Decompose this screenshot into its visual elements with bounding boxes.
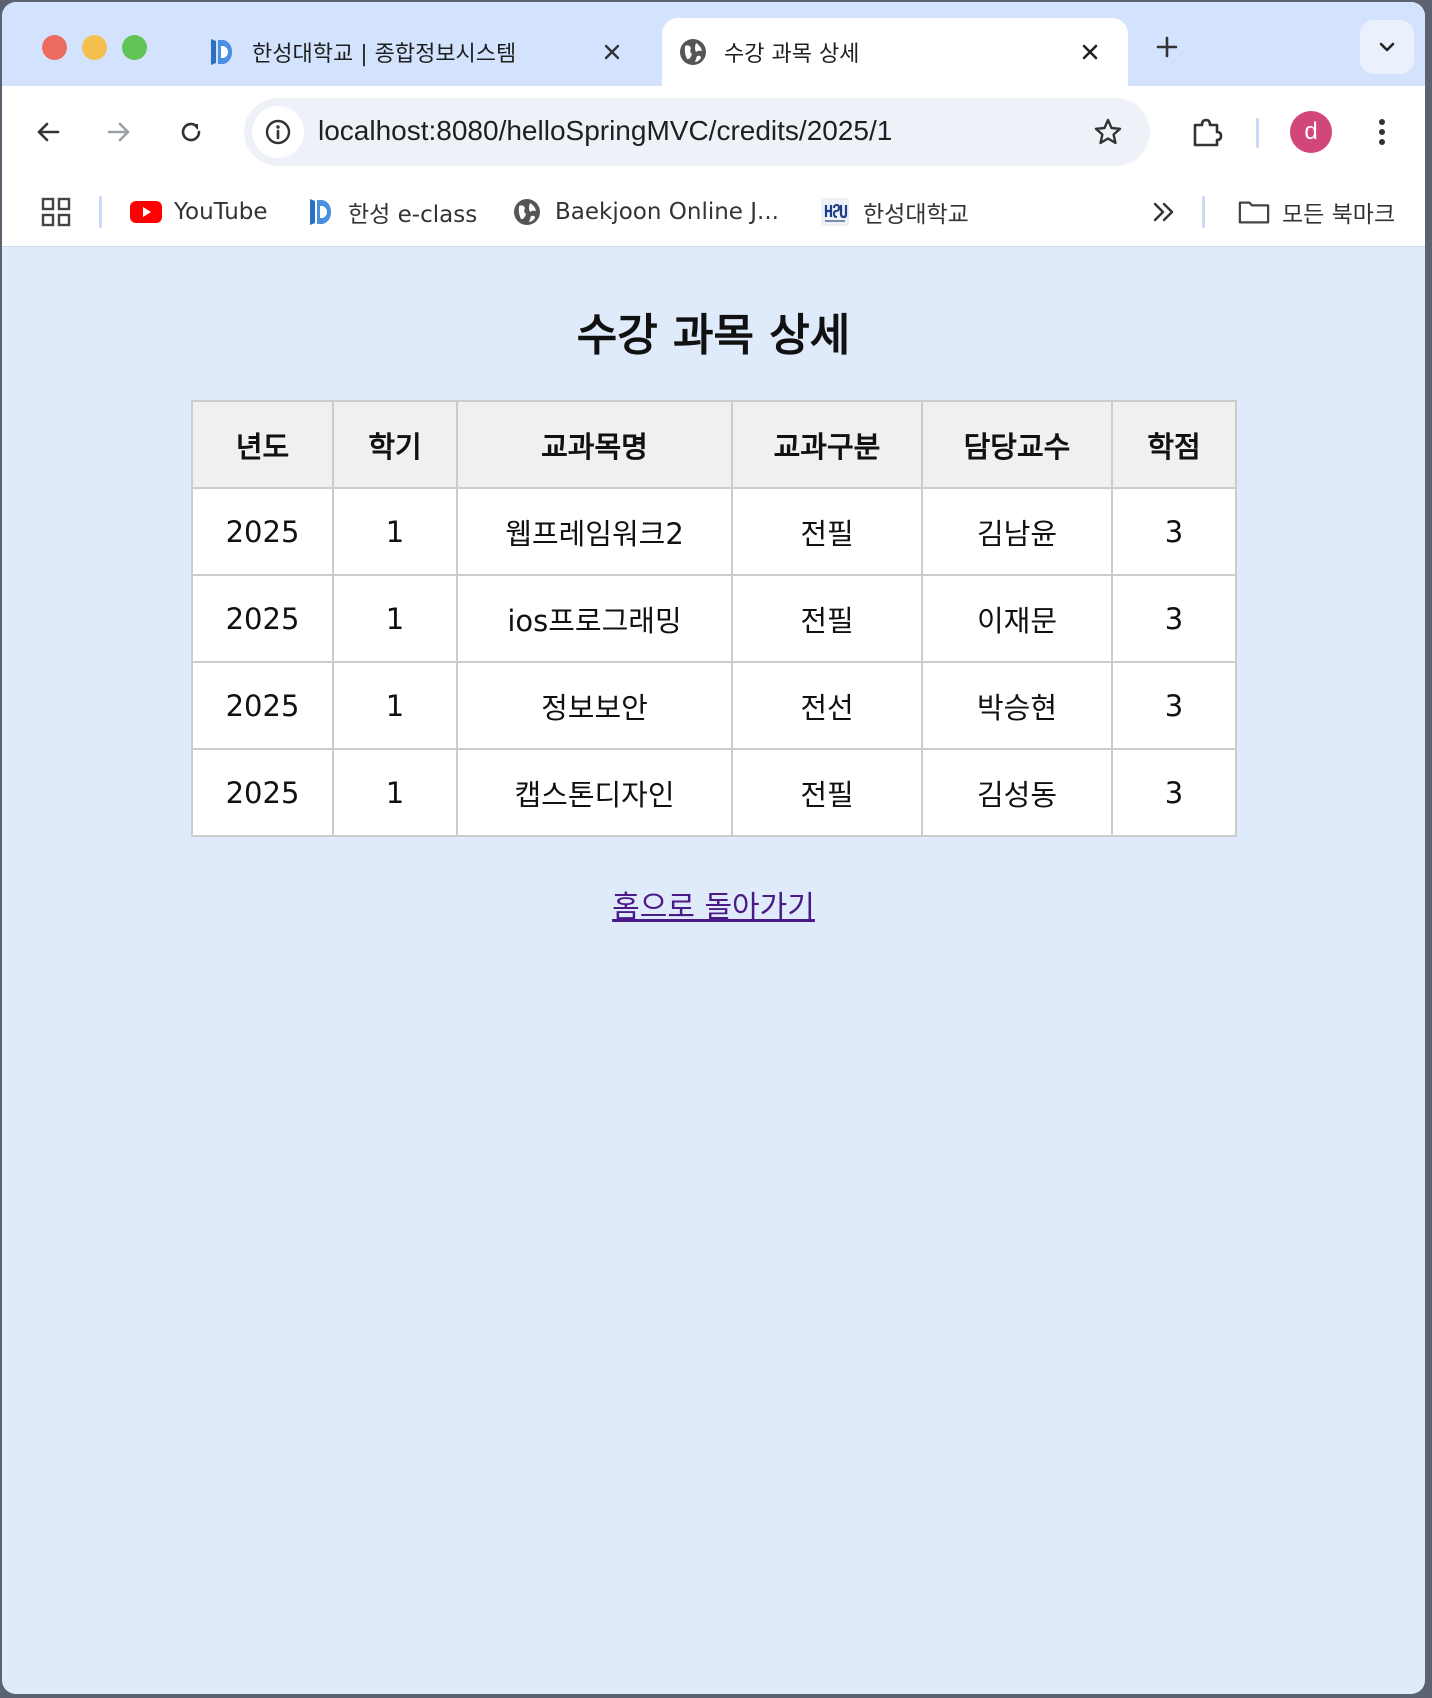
bookmarks-bar: YouTube 한성 e-class Baekjoon Online J... … — [2, 178, 1425, 247]
hsu-logo-icon — [819, 196, 851, 228]
cell-credits: 3 — [1111, 574, 1237, 663]
cell-course-type: 전필 — [731, 574, 923, 663]
header-course-name: 교과목명 — [456, 400, 733, 489]
globe-icon — [678, 37, 708, 67]
page-content: 수강 과목 상세 년도 학기 교과목명 교과구분 담당교수 학점 2025 1 … — [2, 247, 1425, 1694]
maximize-window-button[interactable] — [122, 35, 147, 60]
forward-arrow-icon[interactable] — [99, 112, 139, 152]
cell-course-name: 정보보안 — [456, 661, 733, 750]
new-tab-plus-icon[interactable] — [1152, 32, 1182, 62]
table-row: 2025 1 캡스톤디자인 전필 김성동 3 — [191, 748, 1237, 837]
cell-course-name: 캡스톤디자인 — [456, 748, 733, 837]
credits-table: 년도 학기 교과목명 교과구분 담당교수 학점 2025 1 웹프레임워크2 전… — [191, 400, 1237, 837]
cell-credits: 3 — [1111, 487, 1237, 576]
cell-year: 2025 — [191, 487, 334, 576]
tab-hansung-portal[interactable]: 한성대학교 | 종합정보시스템 — [190, 18, 650, 86]
cell-semester: 1 — [332, 574, 458, 663]
cell-professor: 김성동 — [921, 748, 1113, 837]
page-title: 수강 과목 상세 — [576, 310, 851, 361]
site-info-icon[interactable] — [252, 106, 304, 158]
header-professor: 담당교수 — [921, 400, 1113, 489]
header-course-type: 교과구분 — [731, 400, 923, 489]
cell-course-name: 웹프레임워크2 — [456, 487, 733, 576]
folder-icon — [1238, 196, 1270, 228]
bookmark-label: Baekjoon Online J... — [555, 199, 779, 225]
bookmark-youtube[interactable]: YouTube — [130, 190, 268, 234]
cell-course-type: 전필 — [731, 748, 923, 837]
profile-avatar[interactable]: d — [1290, 111, 1332, 153]
table-header-row: 년도 학기 교과목명 교과구분 담당교수 학점 — [191, 400, 1237, 489]
bookmark-baekjoon[interactable]: Baekjoon Online J... — [511, 190, 779, 234]
address-bar[interactable]: localhost:8080/helloSpringMVC/credits/20… — [244, 98, 1150, 166]
bookmark-hansung-eclass[interactable]: 한성 e-class — [304, 190, 477, 234]
close-window-button[interactable] — [42, 35, 67, 60]
browser-toolbar: localhost:8080/helloSpringMVC/credits/20… — [2, 86, 1425, 178]
tab-search-chevron-down-icon[interactable] — [1360, 20, 1414, 74]
reload-icon[interactable] — [171, 112, 211, 152]
tab-strip: 한성대학교 | 종합정보시스템 수강 과목 상세 — [2, 2, 1425, 86]
close-tab-icon[interactable] — [598, 38, 626, 66]
header-semester: 학기 — [332, 400, 458, 489]
header-credits: 학점 — [1111, 400, 1237, 489]
bookmarks-divider — [1202, 196, 1205, 228]
all-bookmarks-label: 모든 북마크 — [1282, 202, 1396, 228]
cell-professor: 박승현 — [921, 661, 1113, 750]
bookmarks-divider — [99, 196, 102, 228]
hansung-logo-icon — [304, 196, 336, 228]
table-row: 2025 1 ios프로그래밍 전필 이재문 3 — [191, 574, 1237, 663]
bookmark-label: YouTube — [174, 199, 268, 225]
hansung-logo-icon — [206, 37, 236, 67]
bookmark-label: 한성대학교 — [863, 202, 969, 228]
cell-professor: 김남윤 — [921, 487, 1113, 576]
cell-course-type: 전선 — [731, 661, 923, 750]
url-text[interactable]: localhost:8080/helloSpringMVC/credits/20… — [318, 115, 892, 147]
table-row: 2025 1 웹프레임워크2 전필 김남윤 3 — [191, 487, 1237, 576]
home-link-container: 홈으로 돌아가기 — [2, 882, 1425, 926]
close-tab-icon[interactable] — [1076, 38, 1104, 66]
chevron-double-right-icon[interactable] — [1146, 194, 1182, 230]
apps-grid-icon[interactable] — [38, 194, 74, 230]
cell-semester: 1 — [332, 661, 458, 750]
back-arrow-icon[interactable] — [28, 112, 68, 152]
cell-year: 2025 — [191, 748, 334, 837]
cell-year: 2025 — [191, 574, 334, 663]
youtube-icon — [130, 196, 162, 228]
cell-course-name: ios프로그래밍 — [456, 574, 733, 663]
cell-credits: 3 — [1111, 661, 1237, 750]
cell-year: 2025 — [191, 661, 334, 750]
header-year: 년도 — [191, 400, 334, 489]
cell-professor: 이재문 — [921, 574, 1113, 663]
browser-window: 한성대학교 | 종합정보시스템 수강 과목 상세 localhost:8080/… — [2, 2, 1425, 1694]
cell-semester: 1 — [332, 748, 458, 837]
all-bookmarks-folder[interactable]: 모든 북마크 — [1238, 190, 1395, 234]
tab-title: 수강 과목 상세 — [724, 42, 860, 67]
cell-course-type: 전필 — [731, 487, 923, 576]
tab-course-detail[interactable]: 수강 과목 상세 — [662, 18, 1128, 86]
cell-semester: 1 — [332, 487, 458, 576]
bookmark-hansung-univ[interactable]: 한성대학교 — [819, 190, 969, 234]
tab-title: 한성대학교 | 종합정보시스템 — [252, 42, 517, 67]
globe-icon — [511, 196, 543, 228]
table-row: 2025 1 정보보안 전선 박승현 3 — [191, 661, 1237, 750]
bookmark-star-icon[interactable] — [1090, 114, 1126, 150]
cell-credits: 3 — [1111, 748, 1237, 837]
minimize-window-button[interactable] — [82, 35, 107, 60]
toolbar-divider — [1256, 118, 1259, 148]
extensions-puzzle-icon[interactable] — [1185, 110, 1229, 154]
kebab-menu-icon[interactable] — [1362, 112, 1402, 152]
home-link[interactable]: 홈으로 돌아가기 — [612, 890, 815, 925]
bookmark-label: 한성 e-class — [348, 202, 478, 228]
